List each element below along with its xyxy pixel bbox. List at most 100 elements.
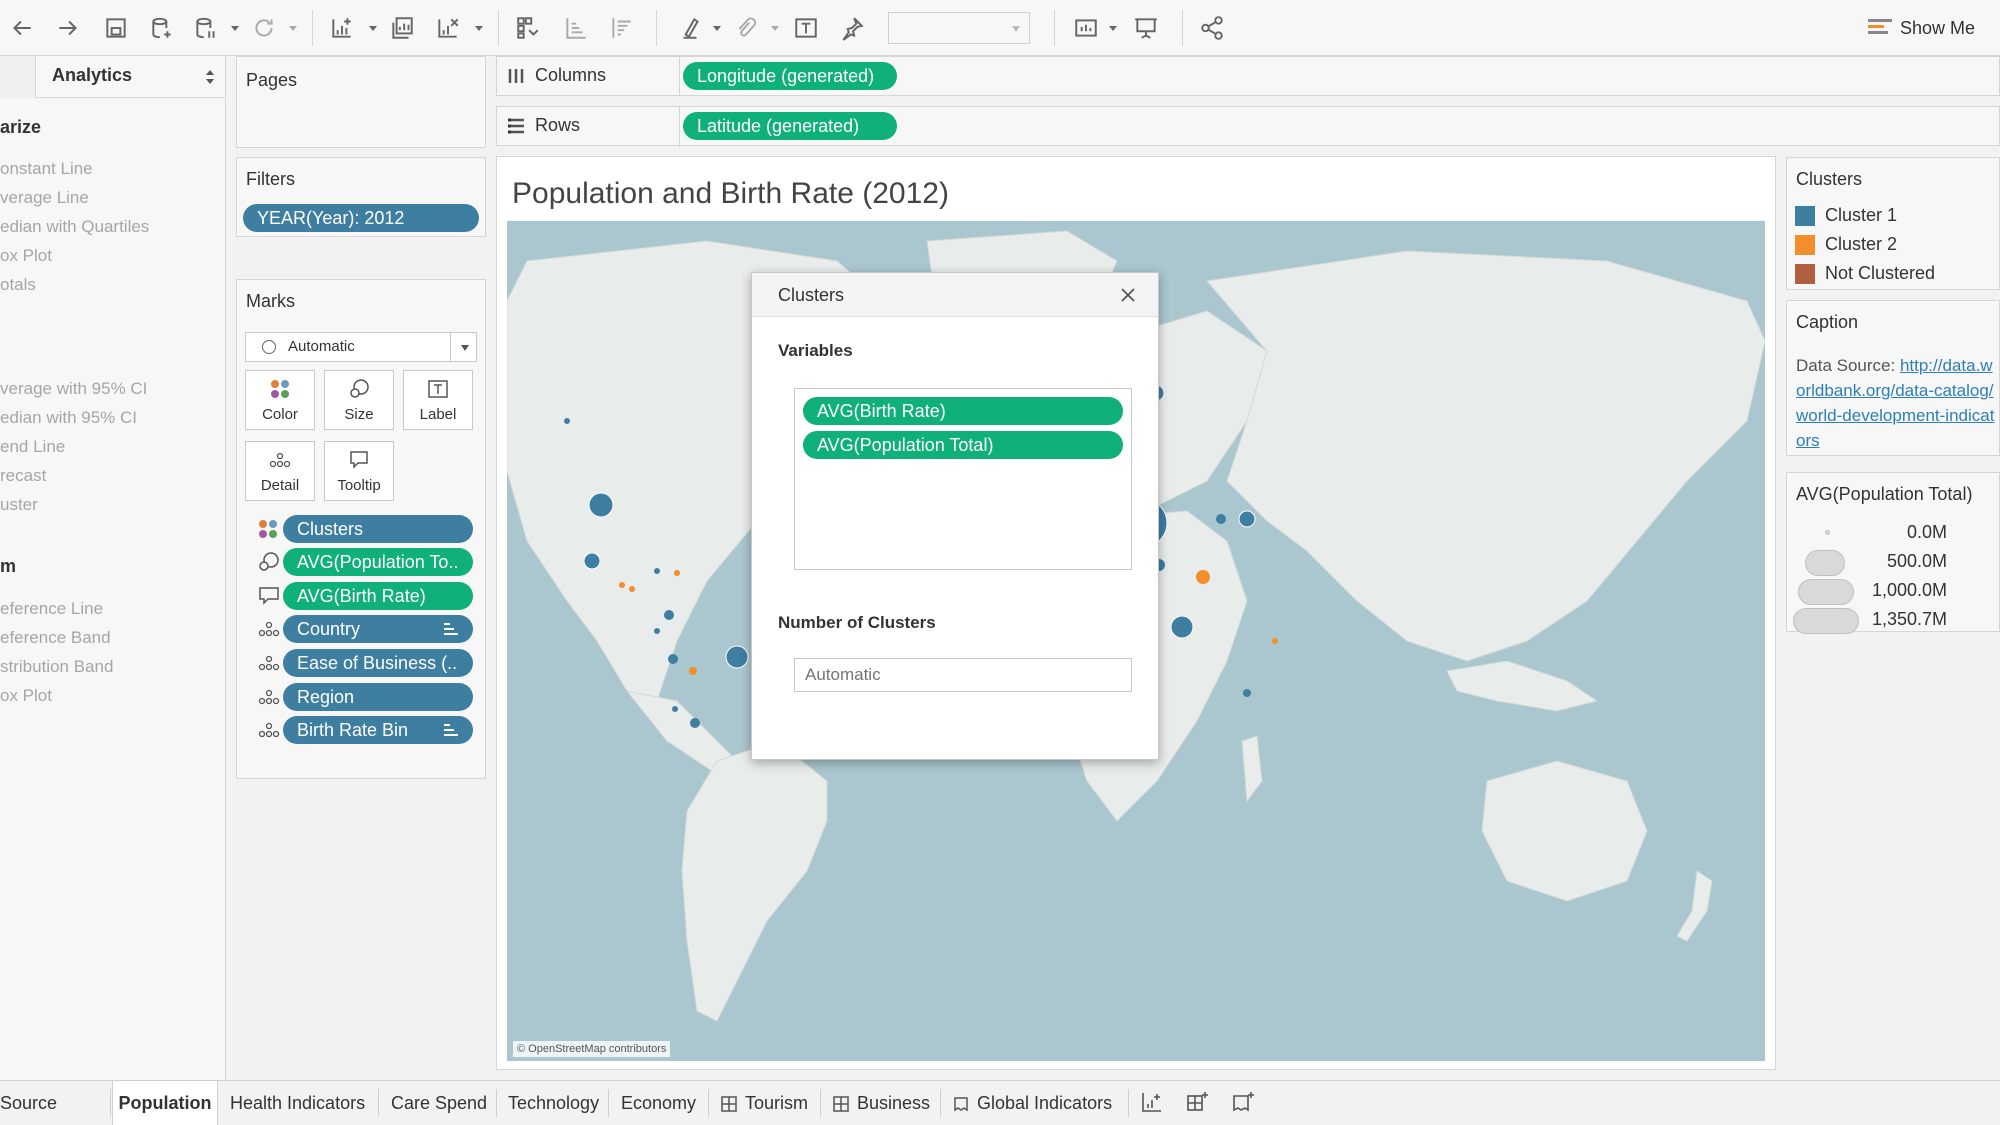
columns-pill[interactable]: Longitude (generated) [683, 62, 897, 90]
tab-business[interactable]: Business [833, 1081, 930, 1125]
size-legend-item[interactable]: 0.0M [1787, 521, 2000, 545]
analytics-item[interactable]: otals [0, 275, 36, 295]
detail-button[interactable]: Detail [245, 441, 315, 501]
show-me-button[interactable]: Show Me [1868, 12, 1975, 44]
clear-caret-icon[interactable] [474, 20, 484, 31]
tab-tourism[interactable]: Tourism [721, 1081, 808, 1125]
analytics-item[interactable]: ox Plot [0, 686, 52, 706]
variables-box[interactable]: AVG(Birth Rate) AVG(Population Total) [794, 388, 1132, 570]
presentation-icon[interactable] [1130, 12, 1162, 44]
sort-asc-icon[interactable] [560, 12, 592, 44]
sort-desc-icon[interactable] [606, 12, 638, 44]
new-worksheet-icon[interactable] [326, 12, 358, 44]
new-dashboard-tab-button[interactable] [1186, 1090, 1212, 1116]
dialog-header: Clusters [752, 273, 1158, 317]
close-icon[interactable] [1118, 285, 1138, 305]
pages-card[interactable]: Pages [236, 56, 486, 148]
tab-separator [378, 1089, 379, 1117]
analytics-item[interactable]: onstant Line [0, 159, 93, 179]
marks-field-pill[interactable]: Country [283, 615, 473, 643]
highlight-caret-icon[interactable] [712, 20, 722, 31]
mark-usa [588, 492, 614, 518]
fit-icon[interactable] [1070, 12, 1102, 44]
refresh-caret-icon[interactable] [288, 20, 298, 31]
analytics-item[interactable]: uster [0, 495, 38, 515]
share-icon[interactable] [1196, 12, 1228, 44]
pause-icon[interactable] [190, 12, 222, 44]
back-icon[interactable] [6, 12, 38, 44]
analytics-tab[interactable]: Analytics [52, 65, 132, 86]
analytics-item[interactable]: verage with 95% CI [0, 379, 147, 399]
variable-pill[interactable]: AVG(Population Total) [803, 431, 1123, 459]
marks-field-pill[interactable]: AVG(Population To.. [283, 548, 473, 576]
variable-pill[interactable]: AVG(Birth Rate) [803, 397, 1123, 425]
legend-swatch [1795, 205, 1815, 226]
tab-label: Source [0, 1093, 58, 1113]
size-value: 500.0M [1886, 551, 1947, 571]
duplicate-icon[interactable] [386, 12, 418, 44]
analytics-item[interactable]: edian with 95% CI [0, 408, 137, 428]
fit-dropdown[interactable] [888, 12, 1030, 44]
legend-item[interactable]: Cluster 2 [1795, 234, 1897, 255]
pause-caret-icon[interactable] [230, 20, 240, 31]
filter-pill-year[interactable]: YEAR(Year): 2012 [243, 204, 479, 232]
analytics-item[interactable]: eference Band [0, 628, 111, 648]
pin-icon[interactable] [836, 12, 868, 44]
tab-technology[interactable]: Technology [508, 1081, 599, 1125]
analytics-item[interactable]: eference Line [0, 599, 103, 619]
analytics-item[interactable]: stribution Band [0, 657, 113, 677]
new-story-tab-button[interactable] [1232, 1090, 1258, 1116]
fit-caret-icon[interactable] [1108, 20, 1118, 31]
size-legend-item[interactable]: 500.0M [1787, 550, 2000, 576]
size-button[interactable]: Size [324, 370, 394, 430]
tab-data-source[interactable]: Source [0, 1081, 100, 1125]
analytics-item[interactable]: end Line [0, 437, 65, 457]
tab-care-spend[interactable]: Care Spend [391, 1081, 487, 1125]
columns-shelf[interactable]: Columns Longitude (generated) [496, 56, 2000, 97]
analytics-item[interactable]: recast [0, 466, 46, 486]
new-datasource-icon[interactable] [146, 12, 178, 44]
rows-shelf[interactable]: Rows Latitude (generated) [496, 106, 2000, 147]
tooltip-button[interactable]: Tooltip [324, 441, 394, 501]
mark-type-dropdown[interactable]: Automatic [245, 332, 477, 362]
marks-field-pill[interactable]: Region [283, 683, 473, 711]
new-worksheet-caret-icon[interactable] [368, 20, 378, 31]
analytics-item[interactable]: ox Plot [0, 246, 52, 266]
group-caret-icon[interactable] [770, 20, 780, 31]
swap-icon[interactable] [512, 12, 544, 44]
label-button[interactable]: Label [403, 370, 473, 430]
size-legend-item[interactable]: 1,000.0M [1787, 579, 2000, 605]
filters-card[interactable]: Filters YEAR(Year): 2012 [236, 157, 486, 237]
highlight-icon[interactable] [674, 12, 706, 44]
clear-icon[interactable] [432, 12, 464, 44]
num-clusters-input[interactable] [794, 658, 1132, 692]
data-tab[interactable] [0, 56, 36, 98]
color-button[interactable]: Color [245, 370, 315, 430]
tab-economy[interactable]: Economy [621, 1081, 696, 1125]
new-dashboard-icon [1187, 1092, 1208, 1111]
tab-population[interactable]: Population [112, 1081, 218, 1125]
forward-icon[interactable] [52, 12, 84, 44]
legend-item[interactable]: Not Clustered [1795, 263, 1935, 284]
tab-label: Economy [621, 1093, 697, 1113]
analytics-item[interactable]: verage Line [0, 188, 89, 208]
new-worksheet-tab-button[interactable] [1140, 1090, 1166, 1116]
tab-global-indicators[interactable]: Global Indicators [953, 1081, 1112, 1125]
group-icon[interactable] [730, 12, 762, 44]
custom-heading: m [0, 556, 17, 576]
label-label: Label [419, 406, 457, 423]
marks-field-pill[interactable]: AVG(Birth Rate) [283, 582, 473, 610]
legend-item[interactable]: Cluster 1 [1795, 205, 1897, 226]
rows-pill[interactable]: Latitude (generated) [683, 112, 897, 140]
marks-field-pill[interactable]: Clusters [283, 515, 473, 543]
marks-field-pill[interactable]: Birth Rate Bin [283, 716, 473, 744]
tab-health-indicators[interactable]: Health Indicators [230, 1081, 365, 1125]
caption-prefix: Data Source: [1796, 356, 1900, 375]
size-legend-item[interactable]: 1,350.7M [1787, 608, 2000, 634]
save-icon[interactable] [100, 12, 132, 44]
pane-collapse-icon[interactable] [204, 68, 216, 86]
refresh-icon[interactable] [248, 12, 280, 44]
marks-field-pill[interactable]: Ease of Business (.. [283, 649, 473, 677]
analytics-item[interactable]: edian with Quartiles [0, 217, 149, 237]
labels-icon[interactable] [790, 12, 822, 44]
